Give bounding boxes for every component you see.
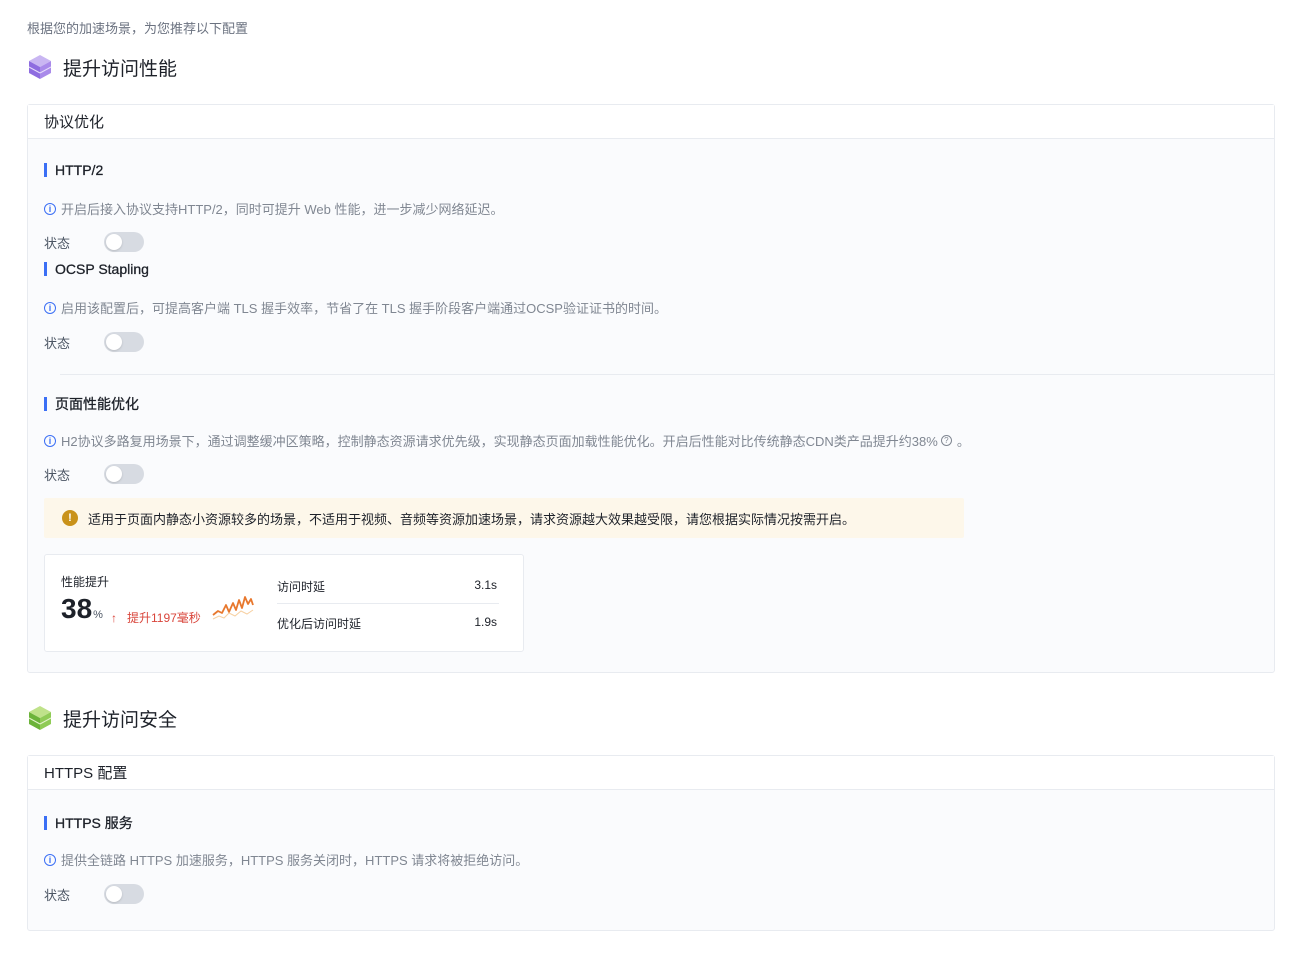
info-icon: i (44, 434, 56, 447)
accent-bar (44, 262, 47, 276)
page-performance-status-row: 状态 (44, 464, 144, 484)
info-icon: i (44, 301, 56, 314)
protocol-optimization-card: 协议优化 HTTP/2 i 开启后接入协议支持HTTP/2，同时可提升 Web … (27, 104, 1275, 673)
toggle-knob (106, 234, 122, 250)
purple-cube-icon (28, 55, 52, 79)
section-title: 提升访问安全 (63, 709, 178, 731)
https-service-desc: i 提供全链路 HTTPS 加速服务，HTTPS 服务关闭时，HTTPS 请求将… (44, 850, 528, 869)
page-performance-title: 页面性能优化 (44, 394, 139, 414)
info-icon: i (44, 202, 56, 215)
http2-status-row: 状态 (44, 232, 144, 252)
perf-gain: ↑ 提升1197毫秒 (111, 610, 201, 626)
card-title: 协议优化 (28, 105, 1274, 139)
info-icon: i (44, 853, 56, 866)
warning-icon: ! (62, 510, 78, 526)
warning-banner: ! 适用于页面内静态小资源较多的场景，不适用于视频、音频等资源加速场景，请求资源… (44, 498, 964, 538)
https-config-card: HTTPS 配置 HTTPS 服务 i 提供全链路 HTTPS 加速服务，HTT… (27, 755, 1275, 931)
http2-toggle[interactable] (104, 232, 144, 252)
https-service-toggle[interactable] (104, 884, 144, 904)
latency-row: 访问时延 3.1s (277, 578, 497, 594)
http2-desc: i 开启后接入协议支持HTTP/2，同时可提升 Web 性能，进一步减少网络延迟… (44, 199, 504, 218)
ocsp-stapling-title: OCSP Stapling (44, 261, 149, 277)
perf-value: 38% (61, 593, 103, 624)
performance-stats-card: 性能提升 38% ↑ 提升1197毫秒 访问时延 3.1s 优化后访问时延 1.9… (44, 554, 524, 652)
divider (60, 374, 1274, 375)
page-performance-desc: i H2协议多路复用场景下，通过调整缓冲区策略，控制静态资源请求优先级，实现静态… (44, 431, 970, 450)
accent-bar (44, 816, 47, 830)
question-icon[interactable]: ? (940, 435, 952, 446)
ocsp-stapling-toggle[interactable] (104, 332, 144, 352)
intro-text: 根据您的加速场景，为您推荐以下配置 (27, 21, 249, 36)
card-title: HTTPS 配置 (28, 756, 1274, 790)
ocsp-status-row: 状态 (44, 332, 144, 352)
http2-title: HTTP/2 (44, 162, 103, 178)
toggle-knob (106, 334, 122, 350)
section-title: 提升访问性能 (63, 58, 178, 80)
https-service-title: HTTPS 服务 (44, 813, 133, 833)
optimized-latency-row: 优化后访问时延 1.9s (277, 615, 497, 631)
toggle-knob (106, 466, 122, 482)
section-performance-header: 提升访问性能 (27, 53, 177, 81)
accent-bar (44, 163, 47, 177)
https-status-row: 状态 (44, 884, 144, 904)
toggle-knob (106, 886, 122, 902)
section-security-header: 提升访问安全 (27, 704, 177, 732)
sparkline-icon (212, 596, 254, 620)
perf-label: 性能提升 (61, 575, 110, 589)
arrow-up-icon: ↑ (111, 610, 117, 625)
divider (277, 603, 499, 604)
green-cube-icon (28, 706, 52, 730)
ocsp-stapling-desc: i 启用该配置后，可提高客户端 TLS 握手效率，节省了在 TLS 握手阶段客户… (44, 298, 667, 317)
accent-bar (44, 397, 47, 411)
page-performance-toggle[interactable] (104, 464, 144, 484)
